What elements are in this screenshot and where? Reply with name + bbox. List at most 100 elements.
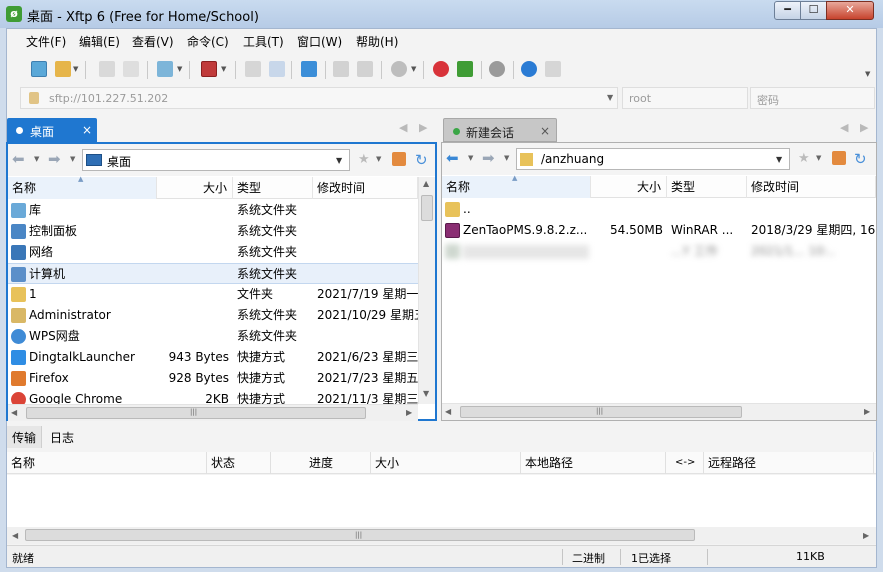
connect-icon[interactable]	[99, 61, 115, 77]
column-direction[interactable]: <->	[666, 452, 704, 474]
table-row[interactable]: ...Y 工作 2021/1... 10:..	[442, 241, 876, 262]
tab-next-icon[interactable]: ▶	[419, 121, 427, 134]
open-folder-icon[interactable]	[55, 61, 71, 77]
remote-path-input[interactable]: /anzhuang ▼	[516, 148, 790, 170]
table-row[interactable]: WPS网盘 系统文件夹	[8, 326, 418, 347]
table-row[interactable]: 控制面板 系统文件夹	[8, 221, 418, 242]
path-dropdown-icon[interactable]: ▼	[336, 156, 342, 165]
upload-icon[interactable]	[245, 61, 261, 77]
menu-help[interactable]: 帮助(H)	[356, 33, 398, 50]
tab-transfer[interactable]: 传输	[7, 426, 42, 448]
column-remote-path[interactable]: 远程路径	[704, 452, 874, 474]
host-address-input[interactable]: sftp://101.227.51.202 ▼	[20, 87, 618, 109]
menu-file[interactable]: 文件(F)	[26, 33, 66, 50]
path-dropdown-icon[interactable]: ▼	[776, 155, 782, 164]
minimize-button[interactable]: ━	[774, 1, 801, 20]
table-row[interactable]: 网络 系统文件夹	[8, 242, 418, 263]
close-button[interactable]: ✕	[826, 1, 874, 20]
column-local-path[interactable]: 本地路径	[521, 452, 666, 474]
back-dropdown-icon[interactable]: ▼	[34, 155, 39, 163]
back-arrow-icon[interactable]: ⬅	[446, 149, 459, 167]
table-row[interactable]: Administrator 系统文件夹 2021/10/29 星期五	[8, 305, 418, 326]
transfer-horizontal-scrollbar[interactable]: ◀ ||| ▶	[7, 527, 876, 544]
scroll-thumb[interactable]	[421, 195, 433, 221]
column-type[interactable]: 类型	[667, 176, 747, 198]
scroll-up-icon[interactable]: ▲	[423, 179, 429, 188]
close-icon[interactable]: ×	[540, 124, 550, 138]
remote-horizontal-scrollbar[interactable]: ◀ ||| ▶	[442, 403, 876, 420]
column-status[interactable]: 状态	[207, 452, 271, 474]
refresh-icon[interactable]: ↻	[854, 150, 867, 168]
local-vertical-scrollbar[interactable]: ▲ ▼	[418, 177, 435, 404]
scroll-right-icon[interactable]: ▶	[864, 407, 870, 416]
forward-arrow-icon[interactable]: ➡	[48, 150, 61, 168]
menu-window[interactable]: 窗口(W)	[297, 33, 342, 50]
tab-new-session[interactable]: 新建会话 ×	[443, 118, 557, 142]
new-session-icon[interactable]	[31, 61, 47, 77]
home-folder-icon[interactable]	[392, 152, 406, 166]
copy-icon[interactable]	[333, 61, 349, 77]
paste-icon[interactable]	[357, 61, 373, 77]
download-icon[interactable]	[269, 61, 285, 77]
column-size[interactable]: 大小	[371, 452, 521, 474]
column-progress[interactable]: 进度	[271, 452, 371, 474]
table-row[interactable]: DingtalkLauncher 943 Bytes 快捷方式 2021/6/2…	[8, 347, 418, 368]
menu-edit[interactable]: 编辑(E)	[79, 33, 120, 50]
terminal-icon[interactable]	[201, 61, 217, 77]
properties-icon[interactable]	[157, 61, 173, 77]
local-horizontal-scrollbar[interactable]: ◀ ||| ▶	[8, 404, 418, 421]
table-row[interactable]: Firefox 928 Bytes 快捷方式 2021/7/23 星期五,	[8, 368, 418, 389]
scroll-down-icon[interactable]: ▼	[423, 389, 429, 398]
properties-dropdown-icon[interactable]: ▼	[177, 65, 182, 73]
column-name[interactable]: 名称	[7, 452, 207, 474]
xshell-icon[interactable]	[433, 61, 449, 77]
tab-next-icon[interactable]: ▶	[860, 121, 868, 134]
xftp-icon[interactable]	[457, 61, 473, 77]
scroll-left-icon[interactable]: ◀	[12, 531, 18, 540]
scroll-right-icon[interactable]: ▶	[863, 531, 869, 540]
menu-command[interactable]: 命令(C)	[187, 33, 229, 50]
title-bar[interactable]: ø 桌面 - Xftp 6 (Free for Home/School) ━ ☐…	[0, 0, 883, 28]
favorite-dropdown-icon[interactable]: ▼	[376, 155, 381, 163]
maximize-button[interactable]: ☐	[800, 1, 827, 20]
favorite-star-icon[interactable]: ★	[358, 152, 370, 167]
tab-prev-icon[interactable]: ◀	[399, 121, 407, 134]
favorite-star-icon[interactable]: ★	[798, 151, 810, 166]
table-row[interactable]: 1 文件夹 2021/7/19 星期一,	[8, 284, 418, 305]
stop-dropdown-icon[interactable]: ▼	[411, 65, 416, 73]
table-row[interactable]: 库 系统文件夹	[8, 200, 418, 221]
scroll-left-icon[interactable]: ◀	[11, 408, 17, 417]
forward-dropdown-icon[interactable]: ▼	[70, 155, 75, 163]
scroll-left-icon[interactable]: ◀	[445, 407, 451, 416]
tab-prev-icon[interactable]: ◀	[840, 121, 848, 134]
forward-dropdown-icon[interactable]: ▼	[504, 154, 509, 162]
chat-icon[interactable]	[545, 61, 561, 77]
toolbar-overflow-icon[interactable]: ▼	[865, 70, 870, 78]
table-row[interactable]: ..	[442, 199, 876, 220]
username-input[interactable]: root	[622, 87, 748, 109]
address-dropdown-icon[interactable]: ▼	[607, 93, 613, 102]
settings-gear-icon[interactable]	[489, 61, 505, 77]
password-input[interactable]: 密码	[750, 87, 875, 109]
terminal-dropdown-icon[interactable]: ▼	[221, 65, 226, 73]
refresh-icon[interactable]: ↻	[415, 151, 428, 169]
menu-tools[interactable]: 工具(T)	[243, 33, 284, 50]
open-dropdown-icon[interactable]: ▼	[73, 65, 78, 73]
close-icon[interactable]: ×	[82, 123, 92, 137]
menu-view[interactable]: 查看(V)	[132, 33, 174, 50]
column-size[interactable]: 大小	[157, 177, 233, 199]
scroll-right-icon[interactable]: ▶	[406, 408, 412, 417]
table-row[interactable]: 计算机 系统文件夹	[8, 263, 418, 284]
forward-arrow-icon[interactable]: ➡	[482, 149, 495, 167]
column-size[interactable]: 大小	[591, 176, 667, 198]
table-row[interactable]: Google Chrome 2KB 快捷方式 2021/11/3 星期三	[8, 389, 418, 404]
column-modified[interactable]: 修改时间	[747, 176, 876, 198]
help-icon[interactable]	[521, 61, 537, 77]
tab-desktop[interactable]: 桌面 ×	[7, 118, 97, 142]
column-type[interactable]: 类型	[233, 177, 313, 199]
tab-log[interactable]: 日志	[50, 429, 74, 446]
stop-icon[interactable]	[391, 61, 407, 77]
table-row[interactable]: ZenTaoPMS.9.8.2.z... 54.50MB WinRAR ... …	[442, 220, 876, 241]
local-path-input[interactable]: 桌面 ▼	[82, 149, 350, 171]
home-folder-icon[interactable]	[832, 151, 846, 165]
